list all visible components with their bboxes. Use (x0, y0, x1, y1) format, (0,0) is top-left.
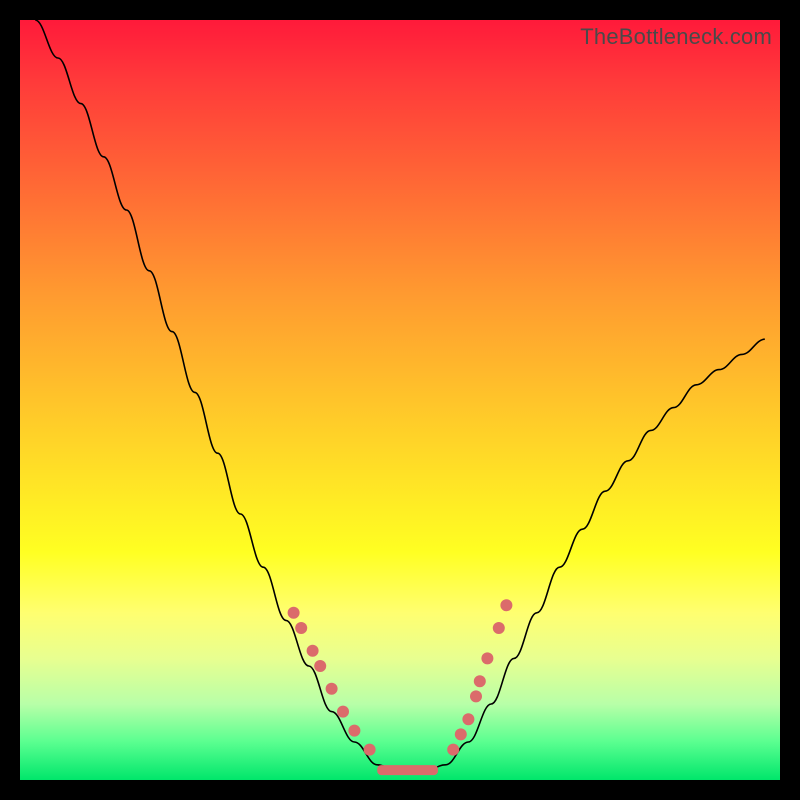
marker-dot (326, 683, 338, 695)
marker-dot (288, 607, 300, 619)
marker-dot (364, 744, 376, 756)
chart-frame: TheBottleneck.com (20, 20, 780, 780)
marker-dot (481, 652, 493, 664)
marker-dot (470, 690, 482, 702)
bottleneck-curve-plot (20, 20, 780, 780)
flat-minimum-segment (377, 765, 438, 775)
marker-dot (314, 660, 326, 672)
bottleneck-curve (35, 20, 765, 772)
marker-dot (295, 622, 307, 634)
markers-left-group (288, 607, 376, 756)
marker-dot (455, 728, 467, 740)
marker-dot (447, 744, 459, 756)
marker-dot (348, 725, 360, 737)
marker-dot (337, 706, 349, 718)
marker-dot (474, 675, 486, 687)
marker-dot (500, 599, 512, 611)
markers-right-group (447, 599, 512, 755)
marker-dot (462, 713, 474, 725)
marker-dot (307, 645, 319, 657)
marker-dot (493, 622, 505, 634)
